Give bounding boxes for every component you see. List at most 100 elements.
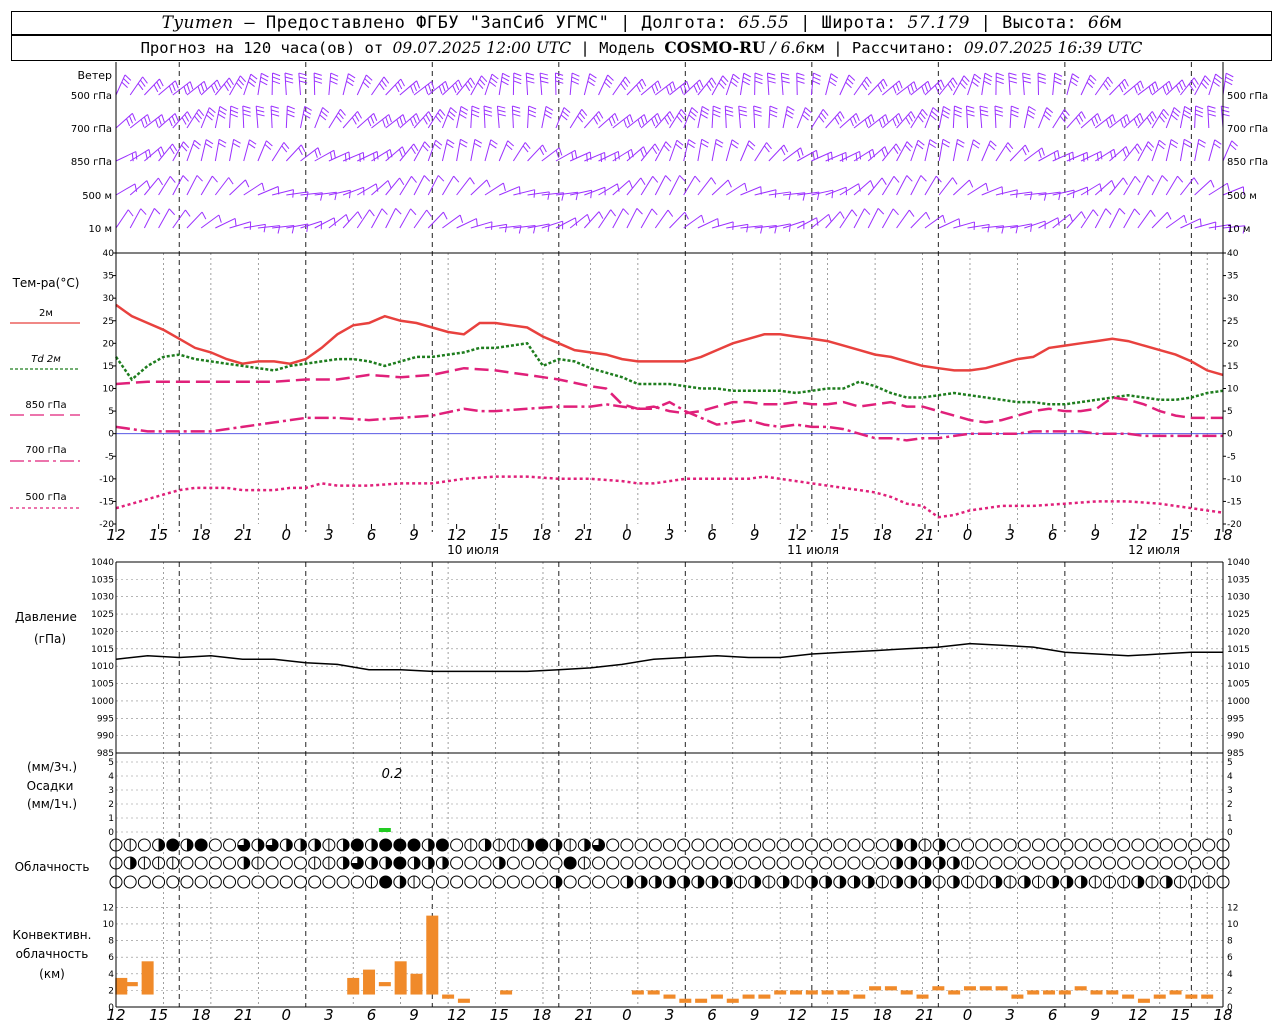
wind-barb bbox=[214, 106, 227, 129]
wind-barb-feather bbox=[974, 73, 982, 80]
wind-barb-feather bbox=[654, 83, 659, 92]
wind-barb-shaft bbox=[1208, 139, 1216, 162]
wind-barb-feather bbox=[314, 76, 323, 80]
cloud-symbol bbox=[251, 875, 265, 889]
cloud-symbol bbox=[549, 856, 563, 870]
wind-barb bbox=[527, 105, 537, 129]
wind-barb-feather bbox=[990, 140, 997, 147]
cloud-half bbox=[385, 857, 392, 869]
cloud-symbol bbox=[634, 838, 648, 852]
wind-barb-shaft bbox=[413, 209, 428, 229]
wind-barb-shaft bbox=[754, 142, 767, 162]
precip-unit-1h: (мм/1ч.) bbox=[27, 797, 77, 811]
wind-barb-feather bbox=[688, 114, 696, 121]
wind-barb bbox=[286, 223, 309, 232]
wind-barb bbox=[938, 177, 958, 196]
wind-barb-shaft bbox=[498, 73, 504, 96]
conv-bar bbox=[916, 994, 929, 999]
temp-ytick-right: 15 bbox=[1227, 362, 1238, 372]
wind-barb-feather bbox=[1011, 105, 1019, 110]
wind-barb-shaft bbox=[511, 106, 514, 129]
wind-barb-shaft bbox=[867, 114, 886, 129]
cloud-symbol bbox=[123, 856, 137, 870]
wind-barb-feather bbox=[428, 111, 434, 119]
cloud-circle bbox=[946, 838, 960, 852]
wind-barb-shaft bbox=[129, 208, 142, 229]
wind-barb-feather bbox=[409, 118, 414, 127]
wind-barb-shaft bbox=[186, 140, 195, 162]
wind-barb-feather bbox=[1163, 108, 1170, 116]
cloud-half bbox=[399, 876, 406, 888]
wind-barb bbox=[1010, 191, 1033, 200]
wind-barb-feather bbox=[422, 144, 429, 152]
wind-barb bbox=[243, 223, 266, 233]
wind-barb bbox=[441, 107, 457, 129]
wind-barb-shaft bbox=[143, 208, 155, 229]
wind-barb-shaft bbox=[654, 209, 669, 229]
cloud-symbol bbox=[1188, 838, 1202, 852]
wind-barb bbox=[612, 148, 634, 162]
wind-barb-feather bbox=[1111, 180, 1116, 188]
cloud-half bbox=[1066, 876, 1073, 888]
wind-barb-feather bbox=[928, 142, 937, 149]
cloud-symbol bbox=[819, 838, 833, 852]
wind-barb bbox=[456, 106, 469, 129]
wind-barb-feather bbox=[607, 74, 614, 81]
cloud-symbol bbox=[932, 875, 946, 889]
cloud-symbol bbox=[1046, 838, 1060, 852]
wind-barb-feather bbox=[459, 113, 467, 119]
cloud-circle bbox=[1145, 856, 1159, 870]
wind-barb-feather bbox=[205, 139, 214, 145]
cloud-half bbox=[626, 876, 633, 888]
wind-barb-feather bbox=[849, 118, 854, 127]
conv-bar bbox=[837, 990, 850, 995]
wind-barb bbox=[525, 72, 535, 96]
cloud-symbol bbox=[521, 838, 535, 852]
wind-barb-feather bbox=[160, 146, 165, 155]
cloud-symbol bbox=[435, 856, 449, 870]
cloud-circle bbox=[1074, 838, 1088, 852]
temp-ytick: 20 bbox=[103, 339, 115, 349]
cloud-half bbox=[257, 839, 264, 851]
wind-barb-feather bbox=[1207, 113, 1216, 117]
precip-ytick-right: 4 bbox=[1227, 772, 1233, 782]
wind-barb-feather bbox=[181, 117, 187, 125]
cloud-symbol bbox=[407, 856, 421, 870]
cloud-symbol bbox=[918, 875, 932, 889]
cloud-symbol bbox=[1046, 875, 1060, 889]
wind-barb-shaft bbox=[129, 180, 148, 196]
wind-panel bbox=[115, 72, 1246, 234]
wind-barb-shaft bbox=[1179, 139, 1185, 162]
wind-barb-feather bbox=[1010, 109, 1019, 114]
wind-barb-feather bbox=[264, 143, 272, 151]
wind-barb-feather bbox=[161, 114, 165, 123]
cloud-circle bbox=[691, 856, 705, 870]
wind-barb bbox=[754, 189, 777, 198]
wind-barb-shaft bbox=[172, 175, 184, 196]
cloud-half bbox=[555, 839, 562, 851]
wind-barb-feather bbox=[1207, 105, 1216, 109]
temp-ytick-right: 35 bbox=[1227, 272, 1238, 282]
precip-ytick: 1 bbox=[108, 814, 114, 824]
wind-barb-feather bbox=[781, 72, 790, 76]
wind-barb-feather bbox=[956, 142, 964, 148]
wind-barb-feather bbox=[271, 113, 280, 117]
wind-barb bbox=[1080, 74, 1097, 96]
wind-barb-shaft bbox=[399, 208, 412, 229]
wind-barb bbox=[896, 141, 913, 162]
wind-barb-feather bbox=[963, 75, 970, 82]
cloud-symbol bbox=[265, 856, 279, 870]
cloud-symbol bbox=[946, 838, 960, 852]
cloud-symbol bbox=[592, 838, 606, 852]
wind-barb-feather bbox=[767, 72, 776, 76]
wind-barb-shaft bbox=[981, 140, 991, 162]
wind-barb-feather bbox=[351, 117, 357, 125]
wind-barb-feather bbox=[401, 146, 406, 155]
wind-barb-feather bbox=[471, 109, 480, 114]
wind-barb bbox=[697, 105, 710, 129]
wind-barb bbox=[867, 146, 889, 162]
wind-barb bbox=[966, 105, 975, 129]
wind-barb-shaft bbox=[1151, 140, 1160, 162]
cloud-symbol bbox=[1188, 875, 1202, 889]
wind-barb-feather bbox=[410, 85, 414, 94]
